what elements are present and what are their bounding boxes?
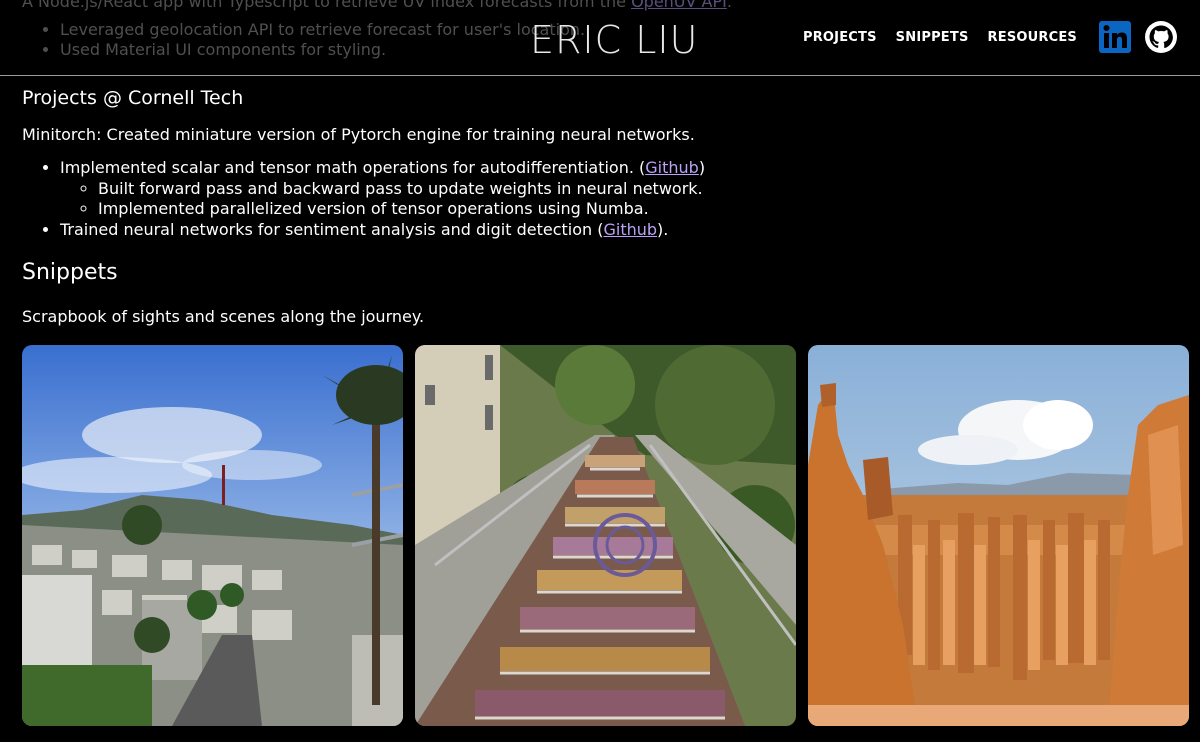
projects-heading: Projects @ Cornell Tech xyxy=(22,87,244,109)
site-header: ERIC LIU PROJECTS SNIPPETS RESOURCES xyxy=(0,0,1200,76)
nav-snippets[interactable]: SNIPPETS xyxy=(896,30,969,45)
snippets-description: Scrapbook of sights and scenes along the… xyxy=(22,307,425,326)
photo-bryce-canyon[interactable] xyxy=(808,345,1189,726)
github-icon[interactable] xyxy=(1144,20,1178,54)
minitorch-intro: Minitorch: Created miniature version of … xyxy=(22,125,695,144)
list-item: Trained neural networks for sentiment an… xyxy=(60,220,1182,241)
minitorch-bullets: Implemented scalar and tensor math opera… xyxy=(22,158,1182,240)
nav-projects[interactable]: PROJECTS xyxy=(803,30,877,45)
list-item: Implemented parallelized version of tens… xyxy=(98,199,1182,220)
github-link-training[interactable]: Github xyxy=(603,220,657,239)
photo-gallery xyxy=(22,345,1189,726)
list-item: Built forward pass and backward pass to … xyxy=(98,179,1182,200)
site-logo[interactable]: ERIC LIU xyxy=(530,18,698,62)
nav-resources[interactable]: RESOURCES xyxy=(988,30,1077,45)
github-link-minitorch[interactable]: Github xyxy=(645,158,699,177)
photo-san-francisco[interactable] xyxy=(22,345,403,726)
linkedin-icon[interactable] xyxy=(1098,20,1132,54)
photo-mosaic-steps[interactable] xyxy=(415,345,796,726)
main-content: Projects @ Cornell Tech Minitorch: Creat… xyxy=(22,82,1182,328)
punct: ) xyxy=(698,158,706,177)
list-item: Implemented scalar and tensor math opera… xyxy=(60,158,1182,220)
punct: ). xyxy=(657,219,669,239)
main-nav: PROJECTS SNIPPETS RESOURCES xyxy=(803,18,1178,56)
snippets-heading: Snippets xyxy=(22,260,118,285)
sub-bullets: Built forward pass and backward pass to … xyxy=(60,179,1182,220)
bullet-text: Implemented scalar and tensor math opera… xyxy=(60,158,646,177)
bullet-text: Trained neural networks for sentiment an… xyxy=(60,219,604,239)
